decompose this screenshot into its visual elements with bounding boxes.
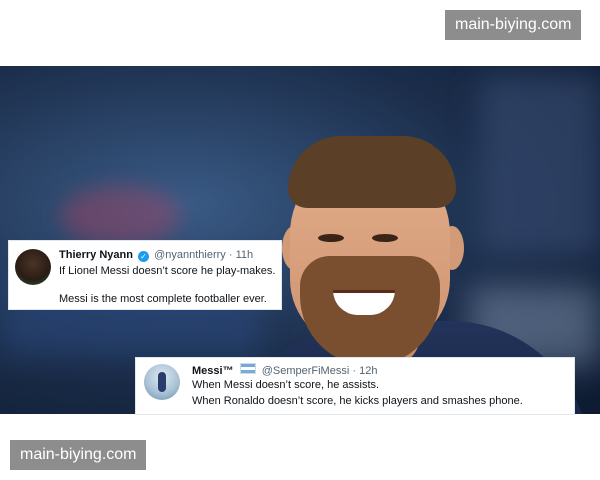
watermark-top: main-biying.com [445, 10, 582, 40]
tweet-text-line: When Messi doesn’t score, he assists. [192, 379, 380, 391]
watermark-bottom: main-biying.com [10, 440, 147, 470]
player-eye [372, 234, 398, 242]
player-hair [288, 136, 456, 208]
tweet-header: Messi™ @SemperFiMessi · 12h [192, 363, 377, 377]
avatar-figure [158, 372, 166, 392]
tweet-time: 12h [359, 365, 378, 377]
tweet-separator: · [352, 365, 357, 377]
tweet-author-name: Thierry Nyann [59, 249, 133, 261]
tweet-time: 11h [235, 249, 254, 261]
tweet-header: Thierry Nyann ✓ @nyannthierry · 11h [59, 249, 253, 262]
avatar [15, 249, 51, 285]
player-eye [318, 234, 344, 242]
avatar [144, 364, 180, 400]
tweet-text-line: If Lionel Messi doesn’t score he play-ma… [59, 265, 276, 277]
tweet-text-line: When Ronaldo doesn’t score, he kicks pla… [192, 395, 523, 407]
tweet-card-thierry: Thierry Nyann ✓ @nyannthierry · 11h If L… [8, 240, 282, 310]
background-bokeh [480, 76, 600, 256]
argentina-flag-icon [239, 363, 256, 374]
tweet-handle: @SemperFiMessi [261, 365, 350, 377]
background-bokeh [60, 186, 180, 246]
tweet-handle: @nyannthierry [154, 249, 226, 261]
tweet-text-line: Messi is the most complete footballer ev… [59, 293, 267, 305]
tweet-card-messi: Messi™ @SemperFiMessi · 12h When Messi d… [135, 357, 575, 415]
tweet-separator: · [228, 249, 233, 261]
tweet-author-name: Messi™ [192, 365, 234, 377]
verified-badge-icon: ✓ [138, 251, 150, 262]
